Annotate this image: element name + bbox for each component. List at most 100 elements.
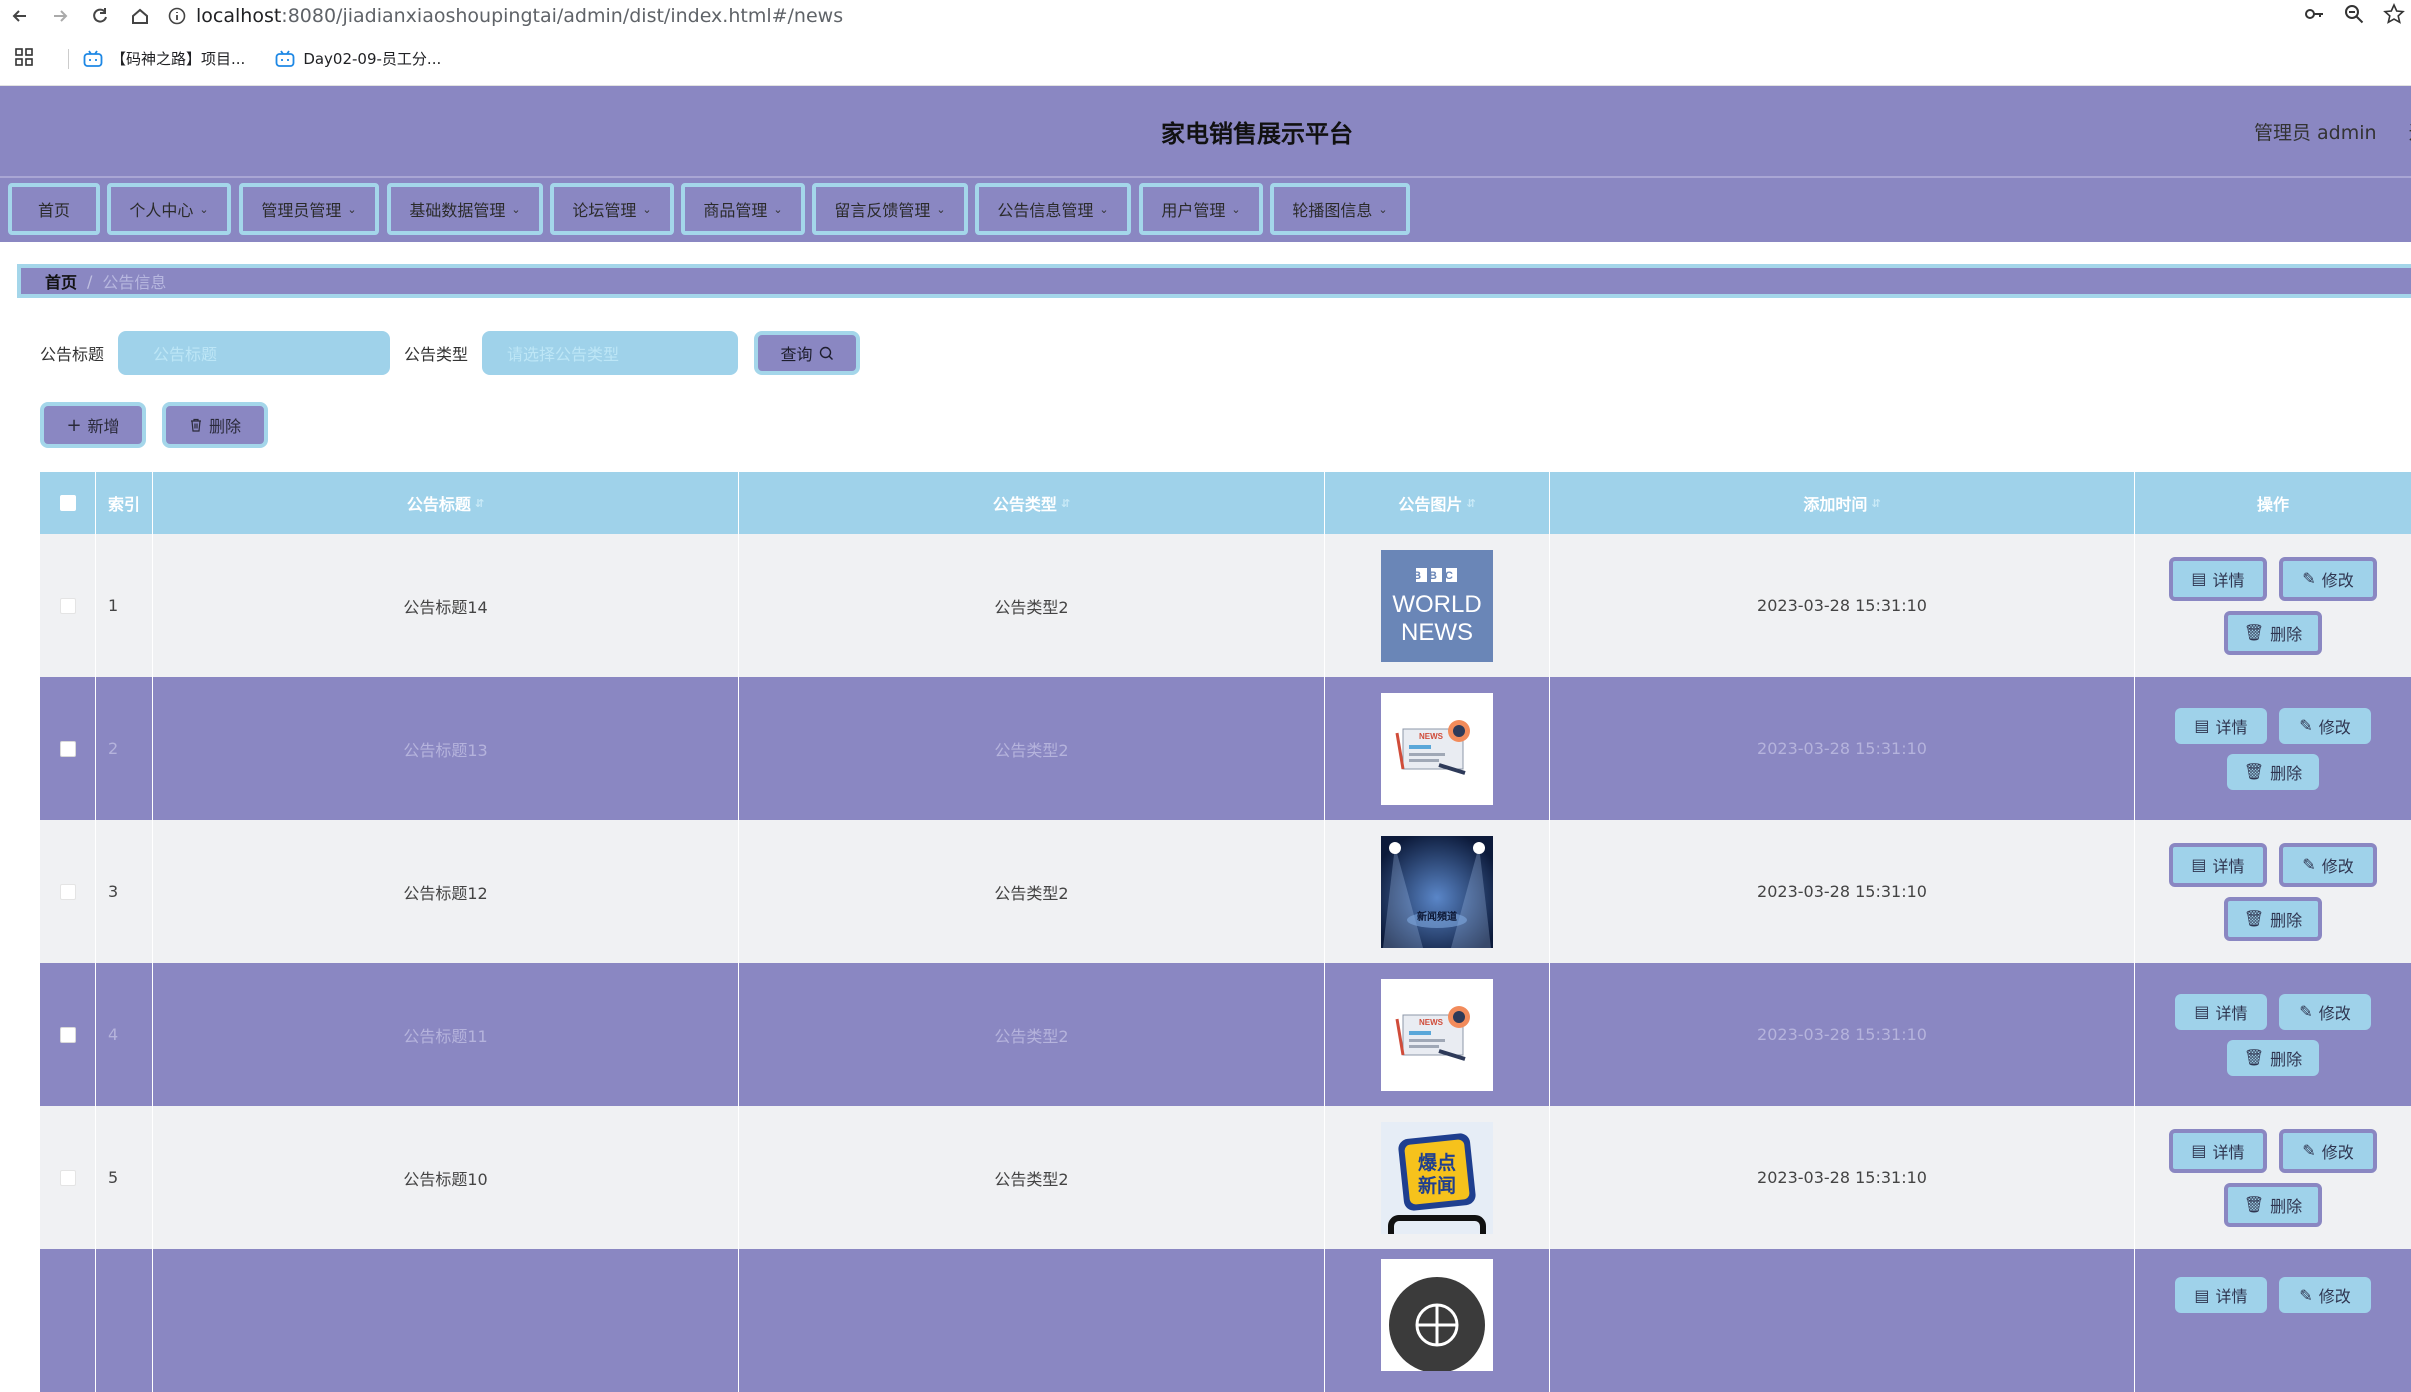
sort-icon[interactable]: ⇵	[1061, 497, 1070, 510]
row-checkbox[interactable]	[59, 883, 76, 900]
detail-button[interactable]: ▤ 详情	[2169, 1128, 2267, 1173]
row-time	[1550, 1249, 2135, 1392]
chevron-down-icon: ⌄	[642, 202, 652, 216]
edit-button[interactable]: ✎ 修改	[2279, 993, 2371, 1030]
detail-button[interactable]: ▤ 详情	[2169, 842, 2267, 887]
header-time[interactable]: 添加时间 ⇵	[1550, 472, 2135, 534]
bbc-world-news-image[interactable]: BBC WORLD NEWS	[1381, 549, 1493, 662]
row-checkbox[interactable]	[59, 1026, 76, 1043]
row-time: 2023-03-28 15:31:10	[1550, 1106, 2135, 1249]
row-delete-button[interactable]: 🗑 删除	[2227, 1039, 2319, 1076]
breadcrumb-current: 公告信息	[102, 273, 167, 292]
newspaper-image[interactable]: NEWS	[1381, 978, 1493, 1091]
breadcrumb-home[interactable]: 首页	[45, 269, 77, 293]
row-delete-button[interactable]: 🗑 删除	[2224, 610, 2322, 655]
user-info: 管理员 admin 退	[2254, 118, 2411, 145]
reload-icon[interactable]	[80, 0, 120, 32]
back-icon[interactable]	[0, 0, 40, 32]
plus-icon: +	[66, 414, 82, 436]
add-button[interactable]: + 新增	[40, 402, 146, 448]
detail-button[interactable]: ▤ 详情	[2169, 556, 2267, 601]
row-time: 2023-03-28 15:31:10	[1550, 534, 2135, 677]
star-icon[interactable]	[2383, 2, 2405, 30]
detail-button[interactable]: ▤ 详情	[2175, 707, 2267, 744]
search-form: 公告标题 公告标题 公告类型 请选择公告类型 查询	[40, 331, 861, 375]
table-row: 2 公告标题13 公告类型2 NEWS 2023-03-28 15:31:10 …	[40, 677, 2411, 820]
table-row: ▤ 详情 ✎ 修改	[40, 1249, 2411, 1392]
edit-button[interactable]: ✎ 修改	[2279, 1128, 2377, 1173]
bookmark-item[interactable]: 【码神之路】项目...	[83, 48, 245, 69]
key-icon[interactable]	[2303, 3, 2325, 30]
bilibili-icon	[83, 50, 103, 67]
row-title: 公告标题14	[153, 534, 739, 677]
url-path: :8080/jiadianxiaoshoupingtai/admin/dist/…	[281, 5, 844, 27]
edit-button[interactable]: ✎ 修改	[2279, 1277, 2371, 1313]
type-select[interactable]: 请选择公告类型	[482, 331, 739, 375]
row-checkbox[interactable]	[59, 1169, 76, 1186]
edit-label: 修改	[2318, 717, 2351, 737]
edit-button[interactable]: ✎ 修改	[2279, 707, 2371, 744]
menu-item-personal-center[interactable]: 个人中心 ⌄	[107, 183, 231, 235]
bookmark-item[interactable]: Day02-09-员工分...	[275, 48, 441, 69]
row-delete-button[interactable]: 🗑 删除	[2227, 753, 2319, 790]
header-type[interactable]: 公告类型 ⇵	[739, 472, 1325, 534]
menu-item-carousel[interactable]: 轮播图信息 ⌄	[1270, 183, 1410, 235]
url-field[interactable]: localhost:8080/jiadianxiaoshoupingtai/ad…	[168, 5, 843, 27]
sort-icon[interactable]: ⇵	[475, 497, 484, 510]
search-button[interactable]: 查询	[754, 331, 861, 375]
row-checkbox[interactable]	[59, 740, 76, 757]
batch-delete-button[interactable]: 删除	[162, 402, 268, 448]
header-title[interactable]: 公告标题 ⇵	[153, 472, 739, 534]
row-ops: ▤ 详情 ✎ 修改 🗑 删除	[2135, 963, 2411, 1106]
info-icon	[168, 7, 186, 25]
type-select-placeholder: 请选择公告类型	[507, 345, 620, 364]
row-title: 公告标题12	[153, 820, 739, 963]
menu-item-users[interactable]: 用户管理 ⌄	[1139, 183, 1263, 235]
menu-item-forum[interactable]: 论坛管理 ⌄	[550, 183, 674, 235]
row-type: 公告类型2	[739, 534, 1325, 677]
sort-icon[interactable]: ⇵	[1871, 497, 1880, 510]
stage-text: 新闻頻道	[1417, 910, 1457, 923]
menu-label: 管理员管理	[261, 201, 342, 220]
table-row: 1 公告标题14 公告类型2 BBC WORLD NEWS 2023-03-28…	[40, 534, 2411, 677]
newspaper-image[interactable]: NEWS	[1381, 692, 1493, 805]
row-time: 2023-03-28 15:31:10	[1550, 963, 2135, 1106]
breaking-news-image[interactable]: 爆点 新闻	[1381, 1121, 1493, 1234]
row-image-cell	[1325, 1249, 1550, 1392]
home-icon[interactable]	[120, 0, 160, 32]
title-search-input[interactable]: 公告标题	[118, 331, 391, 375]
sort-icon[interactable]: ⇵	[1466, 497, 1475, 510]
header-image[interactable]: 公告图片 ⇵	[1325, 472, 1550, 534]
globe-image[interactable]	[1381, 1259, 1493, 1371]
bookmark-label: Day02-09-员工分...	[303, 50, 442, 68]
menu-item-feedback[interactable]: 留言反馈管理 ⌄	[812, 183, 968, 235]
row-index: 5	[96, 1106, 153, 1249]
row-checkbox[interactable]	[59, 597, 76, 614]
forward-icon[interactable]	[40, 0, 80, 32]
edit-button[interactable]: ✎ 修改	[2279, 556, 2377, 601]
header-index-label: 索引	[108, 495, 141, 514]
apps-grid-icon[interactable]	[14, 47, 42, 71]
menu-label: 公告信息管理	[997, 201, 1094, 220]
detail-button[interactable]: ▤ 详情	[2175, 993, 2267, 1030]
trash-icon: 🗑	[2243, 909, 2265, 928]
menu-item-home[interactable]: 首页	[8, 183, 100, 235]
menu-item-base-data[interactable]: 基础数据管理 ⌄	[387, 183, 543, 235]
row-delete-button[interactable]: 🗑 删除	[2224, 896, 2322, 941]
row-check-cell	[40, 963, 96, 1106]
row-index	[96, 1249, 153, 1392]
menu-item-admin-management[interactable]: 管理员管理 ⌄	[239, 183, 379, 235]
row-delete-button[interactable]: 🗑 删除	[2224, 1182, 2322, 1227]
menu-item-notice[interactable]: 公告信息管理 ⌄	[975, 183, 1131, 235]
stage-spotlight-image[interactable]: 新闻頻道	[1381, 835, 1493, 948]
zoom-icon[interactable]	[2343, 3, 2365, 30]
trash-icon: 🗑	[2243, 1195, 2265, 1214]
edit-button[interactable]: ✎ 修改	[2279, 842, 2377, 887]
menu-item-goods[interactable]: 商品管理 ⌄	[681, 183, 805, 235]
edit-label: 修改	[2318, 1287, 2351, 1306]
detail-label: 详情	[2212, 1142, 2245, 1162]
select-all-checkbox[interactable]	[59, 495, 76, 511]
chevron-down-icon: ⌄	[773, 202, 783, 216]
document-icon: ▤	[2194, 1285, 2210, 1305]
detail-button[interactable]: ▤ 详情	[2175, 1277, 2267, 1313]
